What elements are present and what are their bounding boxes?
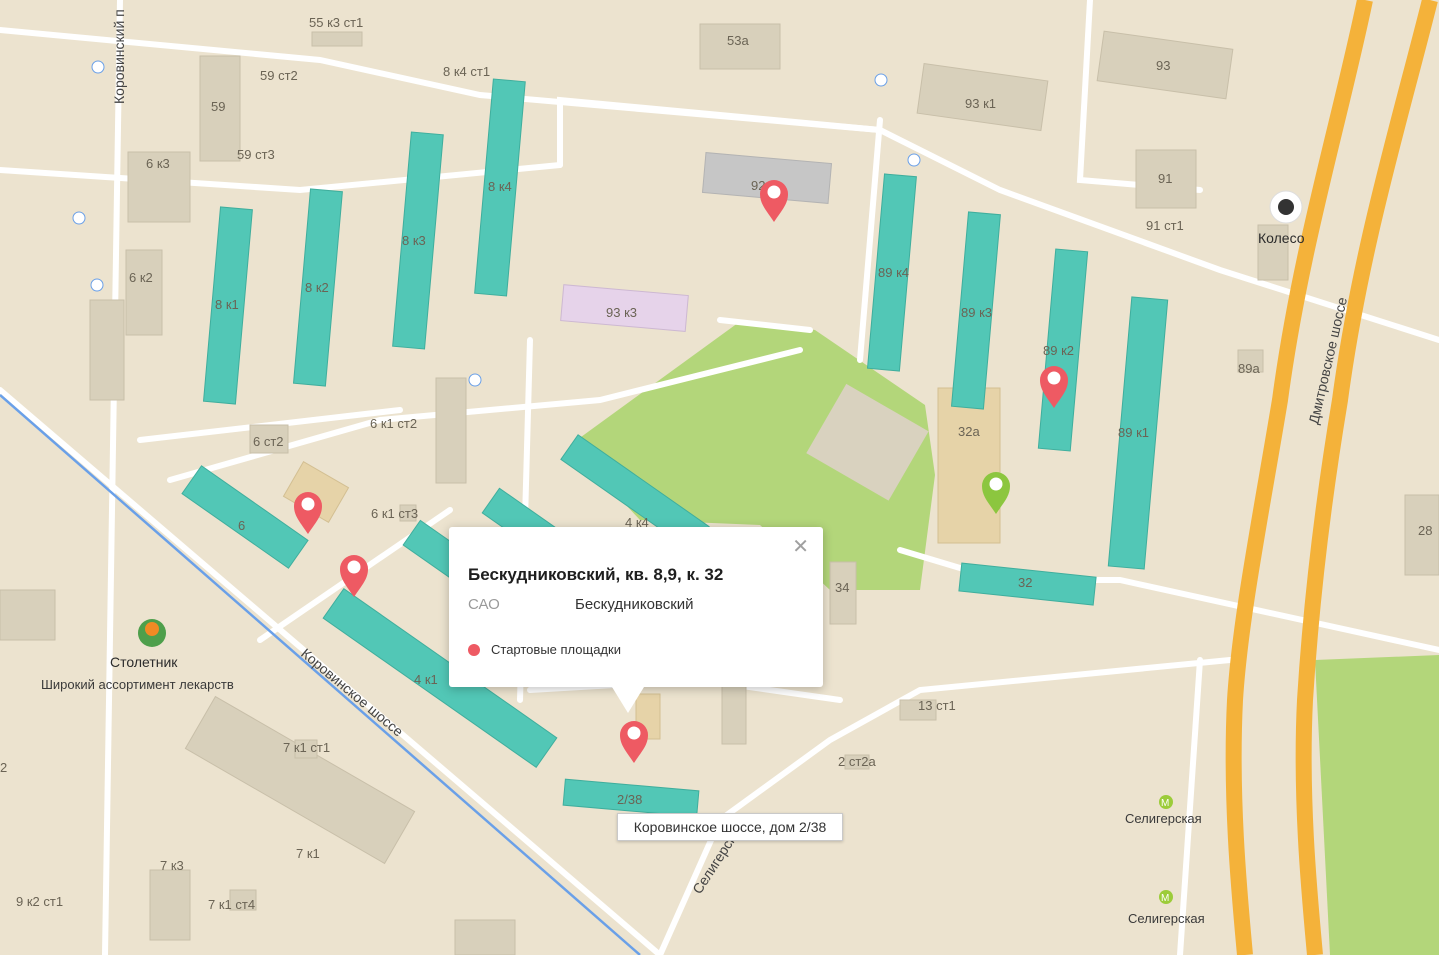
info-popup: ✕ Бескудниковский, кв. 8,9, к. 32 САО Бе… (449, 527, 823, 687)
label-55k3st1: 55 к3 ст1 (309, 15, 363, 30)
label-8k4st1: 8 к4 ст1 (443, 64, 490, 79)
map-canvas[interactable]: 55 к3 ст1 53а 93 8 к4 ст1 59 ст2 59 59 с… (0, 0, 1439, 955)
label-93: 93 (1156, 58, 1170, 73)
label-2-38: 2/38 (617, 792, 642, 807)
label-6k1st2: 6 к1 ст2 (370, 416, 417, 431)
popup-okrug: САО (468, 596, 500, 613)
label-32: 32 (1018, 575, 1032, 590)
label-7k3: 7 к3 (160, 858, 184, 873)
close-icon[interactable]: ✕ (792, 537, 809, 557)
label-59: 59 (211, 99, 225, 114)
legend-label: Стартовые площадки (491, 642, 621, 657)
tire-shop-icon[interactable] (1269, 190, 1303, 224)
metro-seligerskaya-2[interactable]: Селигерская (1128, 911, 1205, 926)
label-89k2: 89 к2 (1043, 343, 1074, 358)
metro-seligerskaya-1[interactable]: Селигерская (1125, 811, 1202, 826)
label-7k1st4: 7 к1 ст4 (208, 897, 255, 912)
label-8k1: 8 к1 (215, 297, 239, 312)
label-89k1: 89 к1 (1118, 425, 1149, 440)
label-6k3: 6 к3 (146, 156, 170, 171)
poi-koleso-name[interactable]: Колесо (1258, 230, 1305, 246)
label-91st1: 91 ст1 (1146, 218, 1184, 233)
label-32a: 32а (958, 424, 980, 439)
label-59st3: 59 ст3 (237, 147, 275, 162)
label-6k1st3: 6 к1 ст3 (371, 506, 418, 521)
label-2st2a: 2 ст2а (838, 754, 877, 769)
label-7k1: 7 к1 (296, 846, 320, 861)
road-korovinsky-proezd: Коровинский п (111, 9, 127, 104)
label-8k3: 8 к3 (402, 233, 426, 248)
address-tooltip: Коровинское шоссе, дом 2/38 (617, 813, 843, 841)
label-13st1: 13 ст1 (918, 698, 956, 713)
label-59st2: 59 ст2 (260, 68, 298, 83)
pharmacy-icon[interactable] (138, 619, 166, 647)
label-93k1: 93 к1 (965, 96, 996, 111)
poi-stoletnik-name[interactable]: Столетник (110, 654, 178, 670)
label-8k2: 8 к2 (305, 280, 329, 295)
svg-text:M: M (1161, 893, 1169, 904)
label-9k2st1: 9 к2 ст1 (16, 894, 63, 909)
label-34: 34 (835, 580, 849, 595)
popup-district: Бескудниковский (575, 596, 694, 613)
label-8k4: 8 к4 (488, 179, 512, 194)
popup-legend: Стартовые площадки (468, 642, 621, 657)
label-4k1: 4 к1 (414, 672, 438, 687)
metro-icon[interactable]: M (1159, 890, 1173, 904)
label-28: 28 (1418, 523, 1432, 538)
popup-title: Бескудниковский, кв. 8,9, к. 32 (468, 565, 724, 584)
label-6k2: 6 к2 (129, 270, 153, 285)
label-53a: 53а (727, 33, 749, 48)
label-91: 91 (1158, 171, 1172, 186)
label-93k3: 93 к3 (606, 305, 637, 320)
label-89k4: 89 к4 (878, 265, 909, 280)
label-2: 2 (0, 760, 7, 775)
label-6st2: 6 ст2 (253, 434, 284, 449)
label-6: 6 (238, 518, 245, 533)
popup-pointer (612, 687, 644, 713)
svg-text:M: M (1161, 798, 1169, 809)
legend-dot-icon (468, 643, 480, 656)
label-7k1st1: 7 к1 ст1 (283, 740, 330, 755)
metro-icon[interactable]: M (1159, 795, 1173, 809)
label-89a: 89а (1238, 361, 1260, 376)
poi-stoletnik-desc: Широкий ассортимент лекарств (41, 677, 234, 692)
label-89k3: 89 к3 (961, 305, 992, 320)
